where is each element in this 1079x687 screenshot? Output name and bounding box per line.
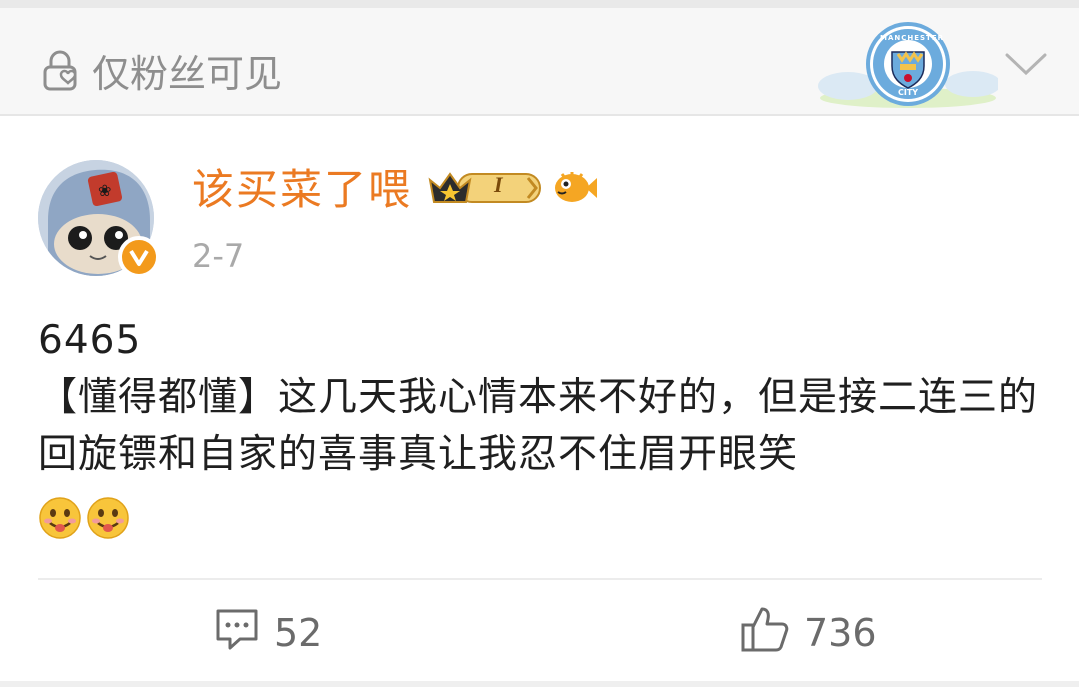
drooling-emoji-icon bbox=[86, 496, 130, 544]
content-line: 6465 bbox=[38, 318, 142, 363]
comment-icon bbox=[214, 607, 260, 660]
vip-crown-badge[interactable]: I bbox=[428, 166, 544, 214]
like-button[interactable]: 736 bbox=[740, 606, 877, 660]
divider bbox=[38, 578, 1042, 580]
like-count: 736 bbox=[804, 611, 877, 655]
svg-text:❀: ❀ bbox=[98, 181, 111, 200]
badge-text-bottom: CITY bbox=[898, 88, 919, 97]
fan-badge-card[interactable]: MANCHESTER CITY bbox=[818, 20, 1001, 116]
drooling-emoji-icon bbox=[38, 496, 82, 544]
lock-heart-icon bbox=[38, 47, 84, 93]
comment-count: 52 bbox=[274, 611, 323, 655]
top-bar: 仅粉丝可见 MANCHESTER CITY bbox=[0, 0, 1079, 116]
emoji-row bbox=[38, 496, 130, 544]
content-line: 【懂得都懂】这几天我心情本来不好的，但是接二连三的回旋镖和自家的喜事真让我忍不住… bbox=[38, 375, 1039, 477]
post-content: 6465 【懂得都懂】这几天我心情本来不好的，但是接二连三的回旋镖和自家的喜事真… bbox=[38, 312, 1048, 483]
verified-v-icon bbox=[118, 236, 160, 278]
post-date: 2-7 bbox=[192, 237, 245, 275]
pufferfish-badge-icon[interactable] bbox=[552, 166, 598, 212]
badge-text-top: MANCHESTER bbox=[880, 34, 945, 42]
chevron-down-icon[interactable] bbox=[1004, 52, 1048, 82]
vip-level: I bbox=[494, 172, 503, 197]
visibility-label: 仅粉丝可见 bbox=[92, 51, 283, 96]
username[interactable]: 该买菜了喂 bbox=[192, 162, 412, 218]
bottom-separator bbox=[0, 681, 1079, 687]
thumbs-up-icon bbox=[740, 605, 790, 662]
comment-button[interactable]: 52 bbox=[214, 606, 322, 660]
visibility-indicator: 仅粉丝可见 bbox=[38, 46, 282, 96]
